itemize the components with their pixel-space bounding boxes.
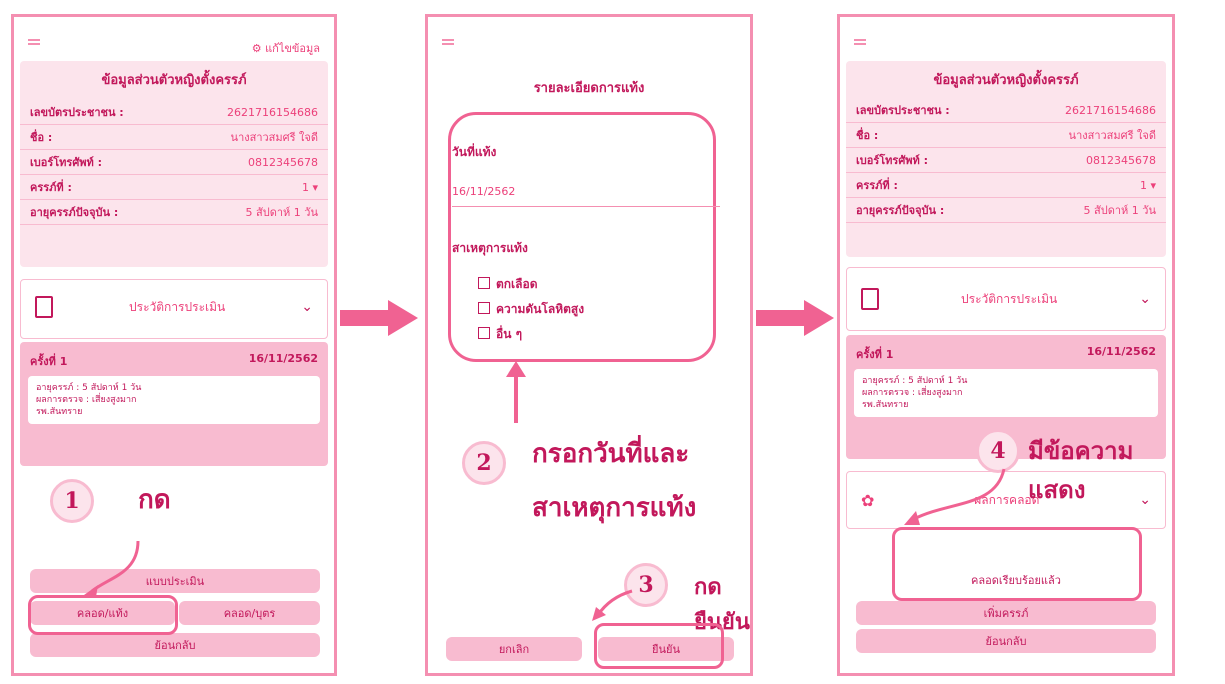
history-accordion[interactable]: ประวัติการประเมิน ⌄ — [20, 279, 328, 339]
document-icon — [861, 288, 879, 310]
field-row: เลขบัตรประชาชน : 2621716154686 — [20, 100, 328, 125]
up-arrow-head-icon — [506, 361, 526, 377]
history-accordion[interactable]: ประวัติการประเมิน ⌄ — [846, 267, 1166, 331]
visit-details: อายุครรภ์ : 5 สัปดาห์ 1 วัน ผลการตรวจ : … — [854, 369, 1158, 417]
cause-checkbox-group: ตกเลือด ความดันโลหิตสูง อื่น ๆ — [442, 269, 584, 344]
pregnancy-select[interactable]: 1 ▾ — [1140, 179, 1156, 192]
field-label: ครรภ์ที่ : — [856, 179, 898, 192]
checkbox-label: ความดันโลหิตสูง — [496, 302, 585, 316]
step-2-text-line2: สาเหตุการแท้ง — [532, 493, 697, 523]
field-value: 2621716154686 — [1065, 103, 1156, 117]
birth-child-button[interactable]: คลอด/บุตร — [179, 601, 320, 625]
field-label: เลขบัตรประชาชน : — [856, 104, 950, 117]
select-value: 1 — [301, 180, 309, 194]
highlight-box — [594, 623, 724, 669]
chevron-down-icon[interactable]: ⌄ — [1139, 291, 1151, 307]
step-2-badge: 2 — [462, 441, 506, 485]
field-label: เบอร์โทรศัพท์ : — [856, 154, 929, 167]
field-value: 2621716154686 — [227, 105, 318, 119]
cause-label: สาเหตุการแท้ง — [452, 241, 528, 255]
cause-checkbox[interactable]: ตกเลือด — [478, 275, 584, 294]
menu-icon[interactable] — [442, 39, 454, 41]
field-row: เลขบัตรประชาชน : 2621716154686 — [846, 98, 1166, 123]
highlight-box — [28, 595, 178, 635]
field-label: เลขบัตรประชาชน : — [30, 106, 124, 119]
cancel-button[interactable]: ยกเลิก — [446, 637, 582, 661]
visit-line: ผลการตรวจ : เสี่ยงสูงมาก — [36, 395, 137, 405]
field-row: ชื่อ : นางสาวสมศรี ใจดี — [20, 125, 328, 150]
field-value: 5 สัปดาห์ 1 วัน — [245, 206, 318, 219]
field-row: เบอร์โทรศัพท์ : 0812345678 — [846, 148, 1166, 173]
visit-title: ครั้งที่ 1 — [30, 355, 68, 368]
form-title: รายละเอียดการแท้ง — [533, 81, 645, 96]
edit-profile-link[interactable]: ⚙ แก้ไขข้อมูล — [252, 39, 320, 57]
history-label: ประวัติการประเมิน — [129, 299, 226, 314]
profile-card: ข้อมูลส่วนตัวหญิงตั้งครรภ์ เลขบัตรประชาช… — [20, 61, 328, 267]
checkbox-label: ตกเลือด — [496, 277, 538, 291]
field-value: 0812345678 — [1086, 153, 1156, 167]
field-row: อายุครรภ์ปัจจุบัน : 5 สัปดาห์ 1 วัน — [20, 200, 328, 225]
document-icon — [35, 296, 53, 318]
add-pregnancy-button[interactable]: เพิ่มครรภ์ — [856, 601, 1156, 625]
field-value: นางสาวสมศรี ใจดี — [230, 131, 318, 144]
card-title: ข้อมูลส่วนตัวหญิงตั้งครรภ์ — [101, 73, 247, 88]
field-label: ชื่อ : — [30, 131, 53, 144]
menu-icon[interactable] — [854, 39, 866, 41]
step-1-badge: 1 — [50, 479, 94, 523]
menu-icon[interactable] — [28, 39, 40, 41]
step-2-text-line1: กรอกวันที่และ — [532, 439, 690, 469]
visit-line: ผลการตรวจ : เสี่ยงสูงมาก — [862, 388, 963, 398]
visit-date: 16/11/2562 — [248, 352, 318, 365]
field-label: อายุครรภ์ปัจจุบัน : — [30, 206, 119, 219]
visit-card[interactable]: ครั้งที่ 1 16/11/2562 อายุครรภ์ : 5 สัปดา… — [20, 342, 328, 466]
field-value: นางสาวสมศรี ใจดี — [1068, 129, 1156, 142]
screen-abortion-form: รายละเอียดการแท้ง วันที่แท้ง 16/11/2562 … — [425, 14, 753, 676]
select-value: 1 — [1139, 178, 1147, 192]
checkbox-label: อื่น ๆ — [496, 327, 523, 341]
cause-checkbox[interactable]: ความดันโลหิตสูง — [478, 300, 584, 319]
history-label: ประวัติการประเมิน — [961, 291, 1058, 306]
pointer-arrow-icon — [84, 540, 140, 597]
screen-profile-result: ข้อมูลส่วนตัวหญิงตั้งครรภ์ เลขบัตรประชาช… — [837, 14, 1175, 676]
field-label: อายุครรภ์ปัจจุบัน : — [856, 204, 945, 217]
screen-profile: ⚙ แก้ไขข้อมูล ข้อมูลส่วนตัวหญิงตั้งครรภ์… — [11, 14, 337, 676]
highlight-box — [892, 527, 1142, 601]
visit-title: ครั้งที่ 1 — [856, 348, 894, 361]
chevron-down-icon[interactable]: ⌄ — [301, 299, 313, 315]
baby-icon: ✿ — [861, 490, 875, 510]
pointer-arrow-icon — [592, 589, 633, 621]
pregnancy-select[interactable]: 1 ▾ — [302, 181, 318, 194]
assess-button[interactable]: แบบประเมิน — [30, 569, 320, 593]
card-title: ข้อมูลส่วนตัวหญิงตั้งครรภ์ — [933, 73, 1079, 88]
date-label: วันที่แท้ง — [452, 145, 497, 159]
step-4-text: มีข้อความแสดง — [1028, 436, 1134, 504]
back-button[interactable]: ย้อนกลับ — [30, 633, 320, 657]
field-row: ชื่อ : นางสาวสมศรี ใจดี — [846, 123, 1166, 148]
visit-line: อายุครรภ์ : 5 สัปดาห์ 1 วัน — [862, 376, 968, 386]
up-arrow-icon — [514, 373, 518, 423]
field-row: เบอร์โทรศัพท์ : 0812345678 — [20, 150, 328, 175]
visit-line: อายุครรภ์ : 5 สัปดาห์ 1 วัน — [36, 383, 142, 393]
field-value: 0812345678 — [248, 155, 318, 169]
field-label: ชื่อ : — [856, 129, 879, 142]
visit-details: อายุครรภ์ : 5 สัปดาห์ 1 วัน ผลการตรวจ : … — [28, 376, 320, 424]
step-1-text: กด — [138, 485, 171, 515]
visit-line: รพ.สันทราย — [36, 407, 83, 417]
pregnancy-select-row[interactable]: ครรภ์ที่ : 1 ▾ — [20, 175, 328, 200]
pointer-arrow-icon — [904, 468, 1006, 525]
field-label: ครรภ์ที่ : — [30, 181, 72, 194]
visit-line: รพ.สันทราย — [862, 400, 909, 410]
profile-card: ข้อมูลส่วนตัวหญิงตั้งครรภ์ เลขบัตรประชาช… — [846, 61, 1166, 257]
field-row: อายุครรภ์ปัจจุบัน : 5 สัปดาห์ 1 วัน — [846, 198, 1166, 223]
field-label: เบอร์โทรศัพท์ : — [30, 156, 103, 169]
field-value: 5 สัปดาห์ 1 วัน — [1083, 204, 1156, 217]
cause-checkbox[interactable]: อื่น ๆ — [478, 325, 584, 344]
pregnancy-select-row[interactable]: ครรภ์ที่ : 1 ▾ — [846, 173, 1166, 198]
date-input[interactable]: 16/11/2562 — [452, 185, 720, 207]
back-button[interactable]: ย้อนกลับ — [856, 629, 1156, 653]
visit-date: 16/11/2562 — [1086, 345, 1156, 358]
